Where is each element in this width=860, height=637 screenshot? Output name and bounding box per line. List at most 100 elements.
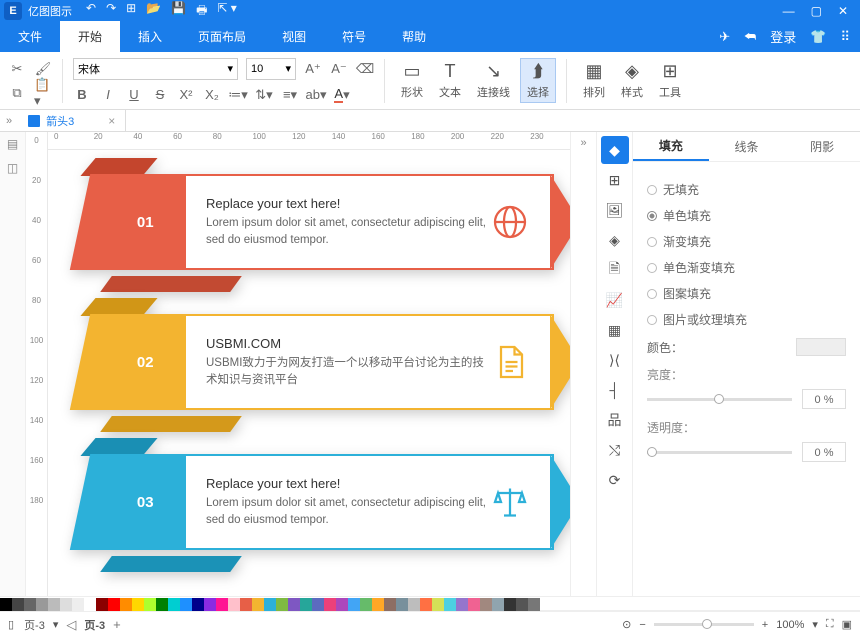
palette-swatch[interactable] bbox=[444, 598, 456, 611]
palette-swatch[interactable] bbox=[528, 598, 540, 611]
fill-mono-gradient-radio[interactable]: 单色渐变填充 bbox=[647, 259, 846, 276]
shrink-font-icon[interactable]: A⁻ bbox=[330, 60, 348, 78]
tab-line[interactable]: 线条 bbox=[709, 132, 785, 161]
tab-fill[interactable]: 填充 bbox=[633, 132, 709, 161]
arrow-card-1[interactable]: 01 Replace your text here! Lorem ipsum d… bbox=[54, 162, 564, 282]
login-link[interactable]: 登录 bbox=[770, 27, 796, 46]
palette-swatch[interactable] bbox=[168, 598, 180, 611]
palette-swatch[interactable] bbox=[312, 598, 324, 611]
send-icon[interactable]: ✈ bbox=[719, 29, 730, 45]
grid-tool-icon[interactable]: ⊞ bbox=[601, 166, 629, 194]
palette-swatch[interactable] bbox=[192, 598, 204, 611]
page-view-icon[interactable]: ▯ bbox=[8, 618, 14, 631]
palette-swatch[interactable] bbox=[492, 598, 504, 611]
zoom-slider[interactable] bbox=[654, 623, 754, 626]
tab-close-icon[interactable]: × bbox=[108, 114, 115, 128]
bullets-icon[interactable]: ≔▾ bbox=[229, 86, 247, 104]
palette-swatch[interactable] bbox=[84, 598, 96, 611]
share-icon[interactable]: ⮪ bbox=[744, 29, 756, 45]
fill-gradient-radio[interactable]: 渐变填充 bbox=[647, 233, 846, 250]
palette-swatch[interactable] bbox=[120, 598, 132, 611]
palette-swatch[interactable] bbox=[408, 598, 420, 611]
palette-swatch[interactable] bbox=[108, 598, 120, 611]
arrange-button[interactable]: ▦排列 bbox=[577, 59, 611, 102]
panel-collapse-icon[interactable]: » bbox=[571, 132, 596, 154]
palette-swatch[interactable] bbox=[264, 598, 276, 611]
palette-swatch[interactable] bbox=[228, 598, 240, 611]
palette-swatch[interactable] bbox=[36, 598, 48, 611]
menu-insert[interactable]: 插入 bbox=[120, 21, 180, 52]
palette-swatch[interactable] bbox=[336, 598, 348, 611]
layers-tool-icon[interactable]: ◈ bbox=[601, 226, 629, 254]
cut-icon[interactable]: ✂ bbox=[8, 60, 26, 78]
palette-swatch[interactable] bbox=[384, 598, 396, 611]
font-color-icon[interactable]: A▾ bbox=[333, 86, 351, 104]
palette-swatch[interactable] bbox=[456, 598, 468, 611]
menu-file[interactable]: 文件 bbox=[0, 21, 60, 52]
superscript-icon[interactable]: X² bbox=[177, 86, 195, 104]
style-button[interactable]: ◈样式 bbox=[615, 59, 649, 102]
opacity-slider[interactable] bbox=[647, 451, 792, 454]
close-button[interactable]: ✕ bbox=[838, 4, 848, 18]
palette-swatch[interactable] bbox=[132, 598, 144, 611]
undo-icon[interactable]: ↶ bbox=[86, 1, 96, 22]
apps-icon[interactable]: ⠿ bbox=[840, 29, 850, 45]
brightness-value[interactable]: 0 % bbox=[802, 389, 846, 409]
palette-swatch[interactable] bbox=[240, 598, 252, 611]
palette-swatch[interactable] bbox=[48, 598, 60, 611]
palette-swatch[interactable] bbox=[24, 598, 36, 611]
paste-icon[interactable]: 📋▾ bbox=[34, 84, 52, 102]
palette-swatch[interactable] bbox=[396, 598, 408, 611]
prev-page-icon[interactable]: ◁ bbox=[66, 617, 76, 633]
palette-swatch[interactable] bbox=[468, 598, 480, 611]
menu-page-layout[interactable]: 页面布局 bbox=[180, 21, 264, 52]
zoom-out-icon[interactable]: − bbox=[639, 619, 645, 631]
text-button[interactable]: T文本 bbox=[433, 59, 467, 102]
palette-swatch[interactable] bbox=[156, 598, 168, 611]
theme-icon[interactable]: 👕 bbox=[810, 29, 826, 45]
library-panel-icon[interactable]: ◫ bbox=[0, 156, 25, 180]
bold-icon[interactable]: B bbox=[73, 86, 91, 104]
grow-font-icon[interactable]: A⁺ bbox=[304, 60, 322, 78]
clear-format-icon[interactable]: ⌫ bbox=[356, 60, 374, 78]
palette-swatch[interactable] bbox=[504, 598, 516, 611]
color-swatch[interactable] bbox=[796, 338, 846, 356]
shapes-panel-icon[interactable]: ▤ bbox=[0, 132, 25, 156]
arrow-card-2[interactable]: 02 USBMI.COM USBMI致力于为网友打造一个以移动平台讨论为主的技术… bbox=[54, 302, 564, 422]
subscript-icon[interactable]: X₂ bbox=[203, 86, 221, 104]
font-family-select[interactable]: 宋体▾ bbox=[73, 58, 238, 80]
menu-help[interactable]: 帮助 bbox=[384, 21, 444, 52]
fill-tool-icon[interactable]: ◆ bbox=[601, 136, 629, 164]
palette-swatch[interactable] bbox=[0, 598, 12, 611]
text-tool-icon[interactable]: ┤ bbox=[601, 376, 629, 404]
palette-swatch[interactable] bbox=[432, 598, 444, 611]
export-icon[interactable]: ⇱ ▾ bbox=[217, 1, 236, 22]
palette-swatch[interactable] bbox=[144, 598, 156, 611]
align-icon[interactable]: ≡▾ bbox=[281, 86, 299, 104]
strike-icon[interactable]: S bbox=[151, 86, 169, 104]
palette-swatch[interactable] bbox=[252, 598, 264, 611]
menu-home[interactable]: 开始 bbox=[60, 21, 120, 52]
italic-icon[interactable]: I bbox=[99, 86, 117, 104]
brightness-slider[interactable] bbox=[647, 398, 792, 401]
palette-swatch[interactable] bbox=[516, 598, 528, 611]
save-icon[interactable]: 💾 bbox=[171, 1, 186, 22]
print-icon[interactable]: 🖶 bbox=[196, 1, 207, 22]
fill-pattern-radio[interactable]: 图案填充 bbox=[647, 285, 846, 302]
fill-solid-radio[interactable]: 单色填充 bbox=[647, 207, 846, 224]
page-tool-icon[interactable]: 🗎 bbox=[601, 256, 629, 284]
menu-view[interactable]: 视图 bbox=[264, 21, 324, 52]
table-tool-icon[interactable]: ▦ bbox=[601, 316, 629, 344]
palette-swatch[interactable] bbox=[180, 598, 192, 611]
palette-swatch[interactable] bbox=[324, 598, 336, 611]
opacity-value[interactable]: 0 % bbox=[802, 442, 846, 462]
ab-icon[interactable]: ab▾ bbox=[307, 86, 325, 104]
palette-swatch[interactable] bbox=[216, 598, 228, 611]
zoom-in-icon[interactable]: + bbox=[762, 619, 768, 631]
palette-swatch[interactable] bbox=[96, 598, 108, 611]
palette-swatch[interactable] bbox=[288, 598, 300, 611]
more-tool-icon[interactable]: ⟳ bbox=[601, 466, 629, 494]
tabs-expand-icon[interactable]: » bbox=[0, 115, 18, 127]
chart-tool-icon[interactable]: 📈 bbox=[601, 286, 629, 314]
fill-none-radio[interactable]: 无填充 bbox=[647, 181, 846, 198]
